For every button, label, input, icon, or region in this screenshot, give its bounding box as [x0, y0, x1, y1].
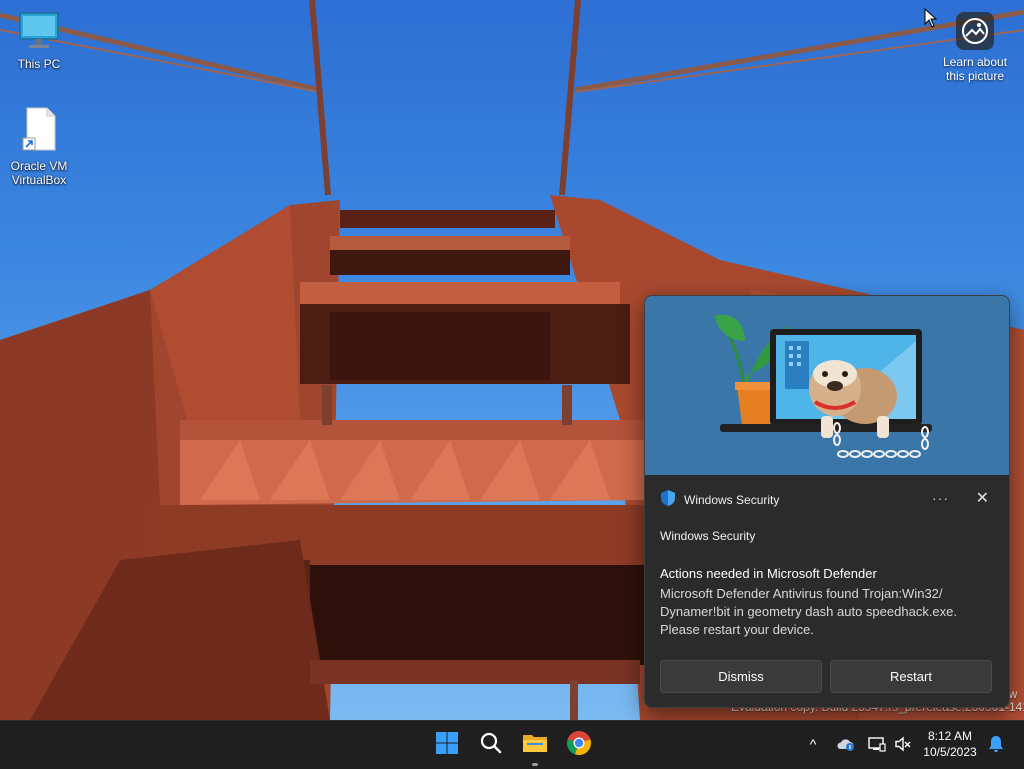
network-icon[interactable] [866, 732, 888, 756]
desktop-icon-label: Oracle VM VirtualBox [10, 159, 68, 187]
volume-muted-icon[interactable] [892, 732, 914, 756]
notification-header: Windows Security ··· ✕ [660, 488, 997, 512]
restart-button[interactable]: Restart [830, 660, 992, 693]
learn-about-picture-label: Learn about this picture [942, 55, 1008, 83]
tray-overflow-button[interactable]: ^ [803, 732, 823, 756]
taskbar: ^ 8:12 AM 10/5/2023 [0, 720, 1024, 769]
monitor-icon [1, 10, 77, 53]
active-app-indicator [532, 763, 538, 766]
close-button[interactable]: ✕ [976, 488, 989, 508]
desktop-icon-this-pc[interactable]: This PC [1, 10, 77, 71]
chrome-button[interactable] [561, 727, 597, 763]
chrome-icon [566, 730, 592, 761]
shield-icon [660, 489, 676, 512]
clock[interactable]: 8:12 AM 10/5/2023 [916, 728, 984, 760]
more-options-button[interactable]: ··· [932, 490, 949, 506]
mouse-cursor-icon [924, 7, 938, 33]
notification-hero-image [645, 296, 1009, 475]
desktop-icon-virtualbox[interactable]: Oracle VM VirtualBox [1, 106, 77, 187]
notification-app-name: Windows Security [684, 493, 780, 507]
onedrive-icon[interactable] [834, 732, 856, 756]
notification-title: Actions needed in Microsoft Defender [660, 566, 877, 581]
learn-about-picture[interactable]: Learn about this picture [935, 12, 1015, 83]
clock-date: 10/5/2023 [923, 745, 977, 759]
clock-time: 8:12 AM [927, 729, 973, 743]
file-shortcut-icon [1, 106, 77, 155]
desktop-icon-label: This PC [17, 57, 61, 71]
start-button[interactable] [429, 727, 465, 763]
security-notification[interactable]: Windows Security ··· ✕ Windows Security … [644, 295, 1010, 708]
notification-subtitle: Windows Security [660, 529, 756, 543]
notification-bell-icon[interactable] [985, 732, 1007, 756]
file-explorer-button[interactable] [517, 727, 553, 763]
search-button[interactable] [473, 727, 509, 763]
notification-body: Microsoft Defender Antivirus found Troja… [660, 586, 958, 637]
camera-info-icon [956, 12, 994, 50]
windows-logo-icon [435, 731, 459, 760]
dismiss-button[interactable]: Dismiss [660, 660, 822, 693]
folder-icon [521, 731, 549, 760]
search-icon [479, 731, 503, 760]
